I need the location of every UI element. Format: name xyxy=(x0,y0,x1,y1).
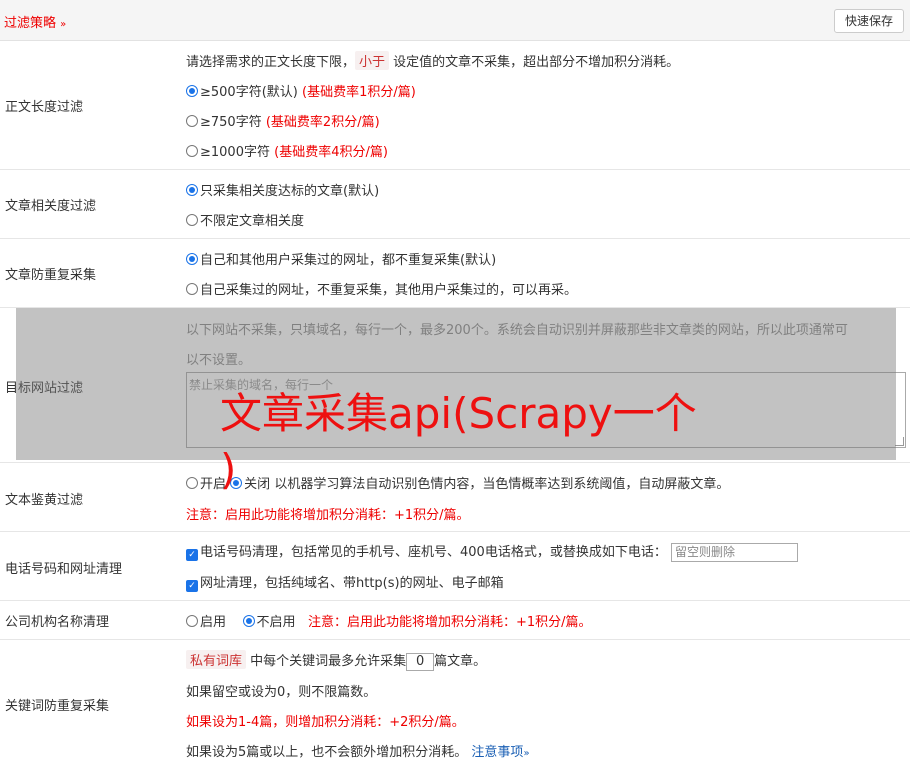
option-text: 不启用 xyxy=(256,615,296,630)
keyword-dedupe-line-3: 如果设为1-4篇，则增加积分消耗：+2积分/篇。 xyxy=(186,715,465,730)
watermark-line-1: 文章采集api(Scrapy一个 xyxy=(220,389,697,438)
option-text: 只采集相关度达标的文章(默认) xyxy=(200,184,380,199)
option-text: 自己和其他用户采集过的网址，都不重复采集(默认) xyxy=(200,253,497,268)
radio-button[interactable] xyxy=(242,615,255,627)
keyword-dedupe-line-4: 如果设为5篇或以上，也不会额外增加积分消耗。 注意事项» xyxy=(186,741,530,760)
dedupe-option-2[interactable]: 自己采集过的网址，不重复采集，其他用户采集过的，可以再采。 xyxy=(186,279,577,298)
porn-filter-label: 文本鉴黄过滤 xyxy=(5,493,84,508)
phone-clean-label: 电话号码和网址清理 xyxy=(5,562,123,577)
section-title[interactable]: 过滤策略 » xyxy=(4,12,66,31)
relevance-row: 文章相关度过滤 只采集相关度达标的文章(默认) 不限定文章相关度 xyxy=(0,170,910,239)
keyword-post: 篇文章。 xyxy=(434,654,487,669)
keyword-dedupe-row: 关键词防重复采集 私有词库 中每个关键词最多允许采集 0 篇文章。 如果留空或设为0… xyxy=(0,640,910,768)
radio-button[interactable] xyxy=(186,283,198,295)
url-clean-option[interactable]: ✓ 网址清理，包括纯域名、带http(s)的网址、电子邮箱 xyxy=(186,572,504,592)
option-text: 自己采集过的网址，不重复采集，其他用户采集过的，可以再采。 xyxy=(200,283,578,298)
option-text: 不限定文章相关度 xyxy=(200,214,305,229)
porn-filter-note: 注意：启用此功能将增加积分消耗：+1积分/篇。 xyxy=(186,508,470,523)
radio-button[interactable] xyxy=(186,214,198,226)
section-title-text: 过滤策略 xyxy=(4,16,57,31)
notes-link-text: 注意事项 xyxy=(471,745,524,760)
dedupe-label: 文章防重复采集 xyxy=(5,268,97,283)
radio-button[interactable] xyxy=(186,145,198,157)
keyword-dedupe-line-2: 如果留空或设为0，则不限篇数。 xyxy=(186,685,377,700)
length-option-750[interactable]: ≥750字符 (基础费率2积分/篇) xyxy=(186,111,380,130)
phone-clean-option[interactable]: ✓ 电话号码清理，包括常见的手机号、座机号、400电话格式，或替换成如下电话： 留… xyxy=(186,541,798,562)
notes-link[interactable]: 注意事项» xyxy=(471,745,529,760)
relevance-label: 文章相关度过滤 xyxy=(5,199,97,214)
length-filter-desc: 请选择需求的正文长度下限， 小于 设定值的文章不采集，超出部分不增加积分消耗。 xyxy=(186,51,679,70)
option-rate-note: (基础费率4积分/篇) xyxy=(274,145,388,160)
less-than-tag: 小于 xyxy=(355,51,390,70)
option-text: ≥750字符 xyxy=(200,115,262,130)
radio-button[interactable] xyxy=(186,253,198,265)
org-clean-on[interactable]: 启用 xyxy=(186,615,226,630)
watermark-text: 文章采集api(Scrapy一个 ) xyxy=(220,386,697,498)
radio-button[interactable] xyxy=(186,184,198,196)
radio-button[interactable] xyxy=(186,477,198,489)
org-clean-row: 公司机构名称清理 启用 不启用 注意：启用此功能将增加积分消耗：+1积分/篇。 xyxy=(0,601,910,640)
option-text: ≥500字符(默认) xyxy=(200,85,298,100)
dedupe-row: 文章防重复采集 自己和其他用户采集过的网址，都不重复采集(默认) 自己采集过的网… xyxy=(0,239,910,308)
radio-button[interactable] xyxy=(186,115,198,127)
phone-checkbox[interactable]: ✓ xyxy=(186,549,198,561)
length-desc-post: 设定值的文章不采集，超出部分不增加积分消耗。 xyxy=(393,55,680,70)
double-chevron-down-icon: » xyxy=(60,19,67,30)
option-text: 网址清理，包括纯域名、带http(s)的网址、电子邮箱 xyxy=(200,576,504,591)
replacement-phone-input[interactable]: 留空则删除 xyxy=(670,543,798,562)
option-text: ≥1000字符 xyxy=(200,145,270,160)
length-desc-pre: 请选择需求的正文长度下限， xyxy=(186,55,356,70)
resize-handle-icon[interactable] xyxy=(895,437,904,446)
option-text: 电话号码清理，包括常见的手机号、座机号、400电话格式，或替换成如下电话： xyxy=(200,545,667,560)
option-text: 启用 xyxy=(200,615,227,630)
quick-save-button[interactable]: 快速保存 xyxy=(834,9,904,33)
option-rate-note: (基础费率1积分/篇) xyxy=(302,85,416,100)
keyword-line4-text: 如果设为5篇或以上，也不会额外增加积分消耗。 xyxy=(186,745,468,760)
phone-clean-row: 电话号码和网址清理 ✓ 电话号码清理，包括常见的手机号、座机号、400电话格式，或… xyxy=(0,532,910,601)
radio-button[interactable] xyxy=(186,615,198,627)
watermark-line-2: ) xyxy=(220,445,237,494)
option-rate-note: (基础费率2积分/篇) xyxy=(265,115,380,130)
keyword-dedupe-line-1: 私有词库 中每个关键词最多允许采集 0 篇文章。 xyxy=(186,650,486,671)
double-chevron-down-icon: » xyxy=(523,748,530,759)
org-clean-off[interactable]: 不启用 xyxy=(242,615,296,630)
max-articles-input[interactable]: 0 xyxy=(406,652,435,671)
length-option-500[interactable]: ≥500字符(默认) (基础费率1积分/篇) xyxy=(186,81,416,100)
org-clean-note: 注意：启用此功能将增加积分消耗：+1积分/篇。 xyxy=(307,615,592,630)
relevance-option-2[interactable]: 不限定文章相关度 xyxy=(186,210,304,229)
radio-button[interactable] xyxy=(186,85,198,97)
url-checkbox[interactable]: ✓ xyxy=(186,580,198,592)
keyword-pre: 中每个关键词最多允许采集 xyxy=(250,654,407,669)
length-filter-label: 正文长度过滤 xyxy=(5,100,84,115)
relevance-option-1[interactable]: 只采集相关度达标的文章(默认) xyxy=(186,180,379,199)
org-clean-label: 公司机构名称清理 xyxy=(5,615,110,630)
filter-strategy-header: 过滤策略 » 快速保存 xyxy=(0,0,910,41)
keyword-dedupe-label: 关键词防重复采集 xyxy=(5,699,110,714)
org-clean-options: 启用 不启用 注意：启用此功能将增加积分消耗：+1积分/篇。 xyxy=(186,611,592,630)
private-lexicon-tag[interactable]: 私有词库 xyxy=(186,650,247,669)
length-filter-row: 正文长度过滤 请选择需求的正文长度下限， 小于 设定值的文章不采集，超出部分不增加… xyxy=(0,41,910,170)
dedupe-option-1[interactable]: 自己和其他用户采集过的网址，都不重复采集(默认) xyxy=(186,249,496,268)
length-option-1000[interactable]: ≥1000字符 (基础费率4积分/篇) xyxy=(186,141,388,160)
